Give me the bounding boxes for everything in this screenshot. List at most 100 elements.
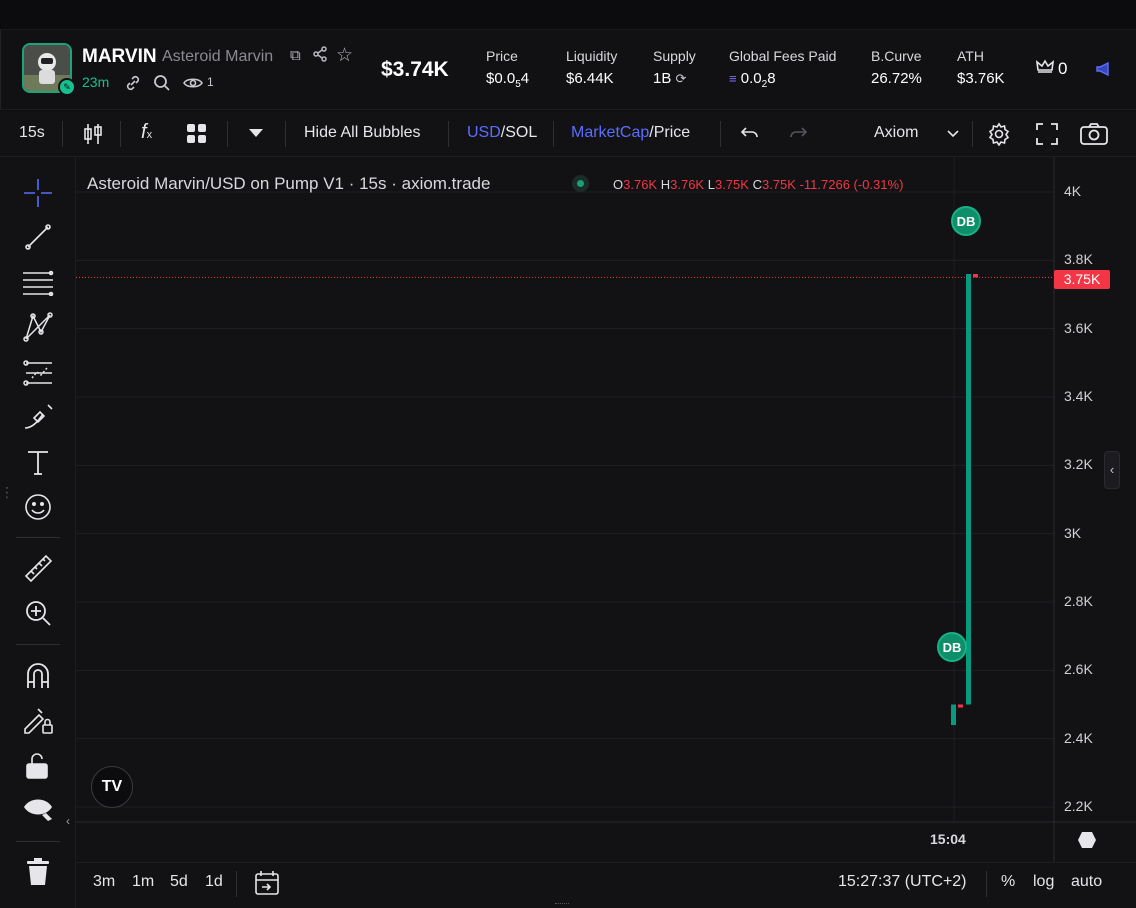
y-tick-label: 3K xyxy=(1064,524,1082,541)
mode-price: /Price xyxy=(649,124,691,141)
ohlc-low: 3.75K xyxy=(714,177,749,192)
divider xyxy=(62,121,63,147)
ohlc-c-label: C xyxy=(752,177,762,192)
range-5d[interactable]: 5d xyxy=(170,873,188,891)
ohlc-readout: O3.76K H3.76K L3.75K C3.75K -11.7266 (-0… xyxy=(613,177,903,192)
edit-icon[interactable]: ✎ xyxy=(58,78,76,96)
top-strip xyxy=(0,0,1136,30)
eye-icon[interactable] xyxy=(20,792,56,828)
stat-value: $0.054 xyxy=(486,70,529,90)
divider xyxy=(16,644,60,645)
zoom-in-icon[interactable] xyxy=(20,595,56,631)
search-icon[interactable] xyxy=(153,74,171,96)
stat-liquidity: Liquidity $6.44K xyxy=(566,48,617,87)
mode-toggle[interactable]: MarketCap/Price xyxy=(571,124,690,142)
redo-icon[interactable] xyxy=(788,124,808,147)
lock-drawing-icon[interactable] xyxy=(20,702,56,738)
stat-value: $6.44K xyxy=(566,70,614,87)
divider xyxy=(448,121,449,147)
divider xyxy=(236,871,237,897)
fees-tail: 8 xyxy=(767,70,776,87)
dev-buy-bubble[interactable]: DB xyxy=(937,632,967,662)
fullscreen-icon[interactable] xyxy=(1036,123,1058,150)
candles-icon[interactable] xyxy=(82,122,104,151)
candle xyxy=(951,704,956,725)
pattern-icon[interactable] xyxy=(20,309,56,345)
layout-icon[interactable] xyxy=(186,123,208,150)
magnet-icon[interactable] xyxy=(20,657,56,693)
stat-value: $3.76K xyxy=(957,70,1005,87)
currency-sol: /SOL xyxy=(500,124,538,141)
share-icon[interactable] xyxy=(312,46,328,66)
stat-label: Supply xyxy=(653,48,696,64)
stat-label: B.Curve xyxy=(871,48,922,64)
megaphone-icon[interactable] xyxy=(1095,61,1113,81)
stat-price: Price $0.054 xyxy=(486,48,529,90)
percent-toggle[interactable]: % xyxy=(1001,873,1015,891)
refresh-icon[interactable]: ⟳ xyxy=(676,71,687,86)
divider xyxy=(285,121,286,147)
hide-bubbles-button[interactable]: Hide All Bubbles xyxy=(304,124,421,142)
tradingview-logo[interactable]: TV xyxy=(91,766,133,808)
stat-value: 1B ⟳ xyxy=(653,70,696,87)
dev-buy-bubble[interactable]: DB xyxy=(951,206,981,236)
drawing-tools-sidebar: ‹ xyxy=(0,157,76,908)
copy-icon[interactable]: ⧉ xyxy=(290,47,301,64)
trash-icon[interactable] xyxy=(20,854,56,890)
eye-icon[interactable] xyxy=(183,75,203,95)
stat-bonding-curve: B.Curve 26.72% xyxy=(871,48,922,87)
camera-icon[interactable] xyxy=(1080,123,1108,150)
stat-label: Liquidity xyxy=(566,48,618,64)
indicators-icon[interactable]: fx xyxy=(141,121,152,144)
y-tick-label: 2.2K xyxy=(1064,798,1093,814)
crown-icon[interactable] xyxy=(1035,59,1055,79)
currency-usd: USD xyxy=(467,124,501,141)
ohlc-open: 3.76K xyxy=(623,177,658,192)
forecast-icon[interactable] xyxy=(20,355,56,391)
range-1m[interactable]: 1m xyxy=(132,873,154,891)
emoji-icon[interactable] xyxy=(20,489,56,525)
collapse-panel-icon[interactable]: ‹ xyxy=(1104,451,1120,489)
stat-ath: ATH $3.76K xyxy=(957,48,1005,87)
resize-grip[interactable] xyxy=(555,903,569,906)
ohlc-l-label: L xyxy=(707,177,715,192)
interval-button[interactable]: 15s xyxy=(19,124,45,142)
trend-line-icon[interactable] xyxy=(20,219,56,255)
clock-readout[interactable]: 15:27:37 (UTC+2) xyxy=(838,873,967,891)
last-price-tag: 3.75K xyxy=(1054,270,1110,289)
candle xyxy=(966,274,971,705)
supply-value: 1B xyxy=(653,70,672,87)
divider xyxy=(16,841,60,842)
link-icon[interactable] xyxy=(124,74,142,96)
ohlc-o-label: O xyxy=(613,177,624,192)
divider xyxy=(986,871,987,897)
range-3m[interactable]: 3m xyxy=(93,873,115,891)
fib-lines-icon[interactable] xyxy=(20,265,56,301)
ohlc-h-label: H xyxy=(660,177,671,192)
currency-toggle[interactable]: USD/SOL xyxy=(467,124,537,142)
resize-handle-icon[interactable]: ⋮ xyxy=(0,484,14,501)
goto-date-icon[interactable] xyxy=(254,870,280,901)
text-tool-icon[interactable] xyxy=(20,444,56,480)
collapse-arrow-icon[interactable]: ‹ xyxy=(66,814,70,828)
undo-icon[interactable] xyxy=(740,124,760,147)
crosshair-icon[interactable] xyxy=(20,175,56,211)
divider xyxy=(553,121,554,147)
hexagon-icon[interactable] xyxy=(1077,831,1097,854)
source-select[interactable]: Axiom xyxy=(874,124,918,142)
y-tick-label: 3.2K xyxy=(1064,456,1093,473)
bottom-bar: 3m 1m 5d 1d 15:27:37 (UTC+2) % log auto xyxy=(76,862,1136,908)
ruler-icon[interactable] xyxy=(20,550,56,586)
unlock-icon[interactable] xyxy=(20,747,56,783)
chevron-down-icon[interactable] xyxy=(248,126,264,144)
chevron-down-icon[interactable] xyxy=(946,126,960,144)
range-1d[interactable]: 1d xyxy=(205,873,223,891)
auto-toggle[interactable]: auto xyxy=(1071,873,1102,891)
brush-icon[interactable] xyxy=(20,399,56,435)
log-toggle[interactable]: log xyxy=(1033,873,1054,891)
star-icon[interactable]: ☆ xyxy=(336,44,353,67)
status-dot xyxy=(572,175,589,192)
chart-area[interactable] xyxy=(76,157,1136,862)
y-tick-label: 2.4K xyxy=(1064,729,1093,746)
settings-icon[interactable] xyxy=(987,122,1011,151)
